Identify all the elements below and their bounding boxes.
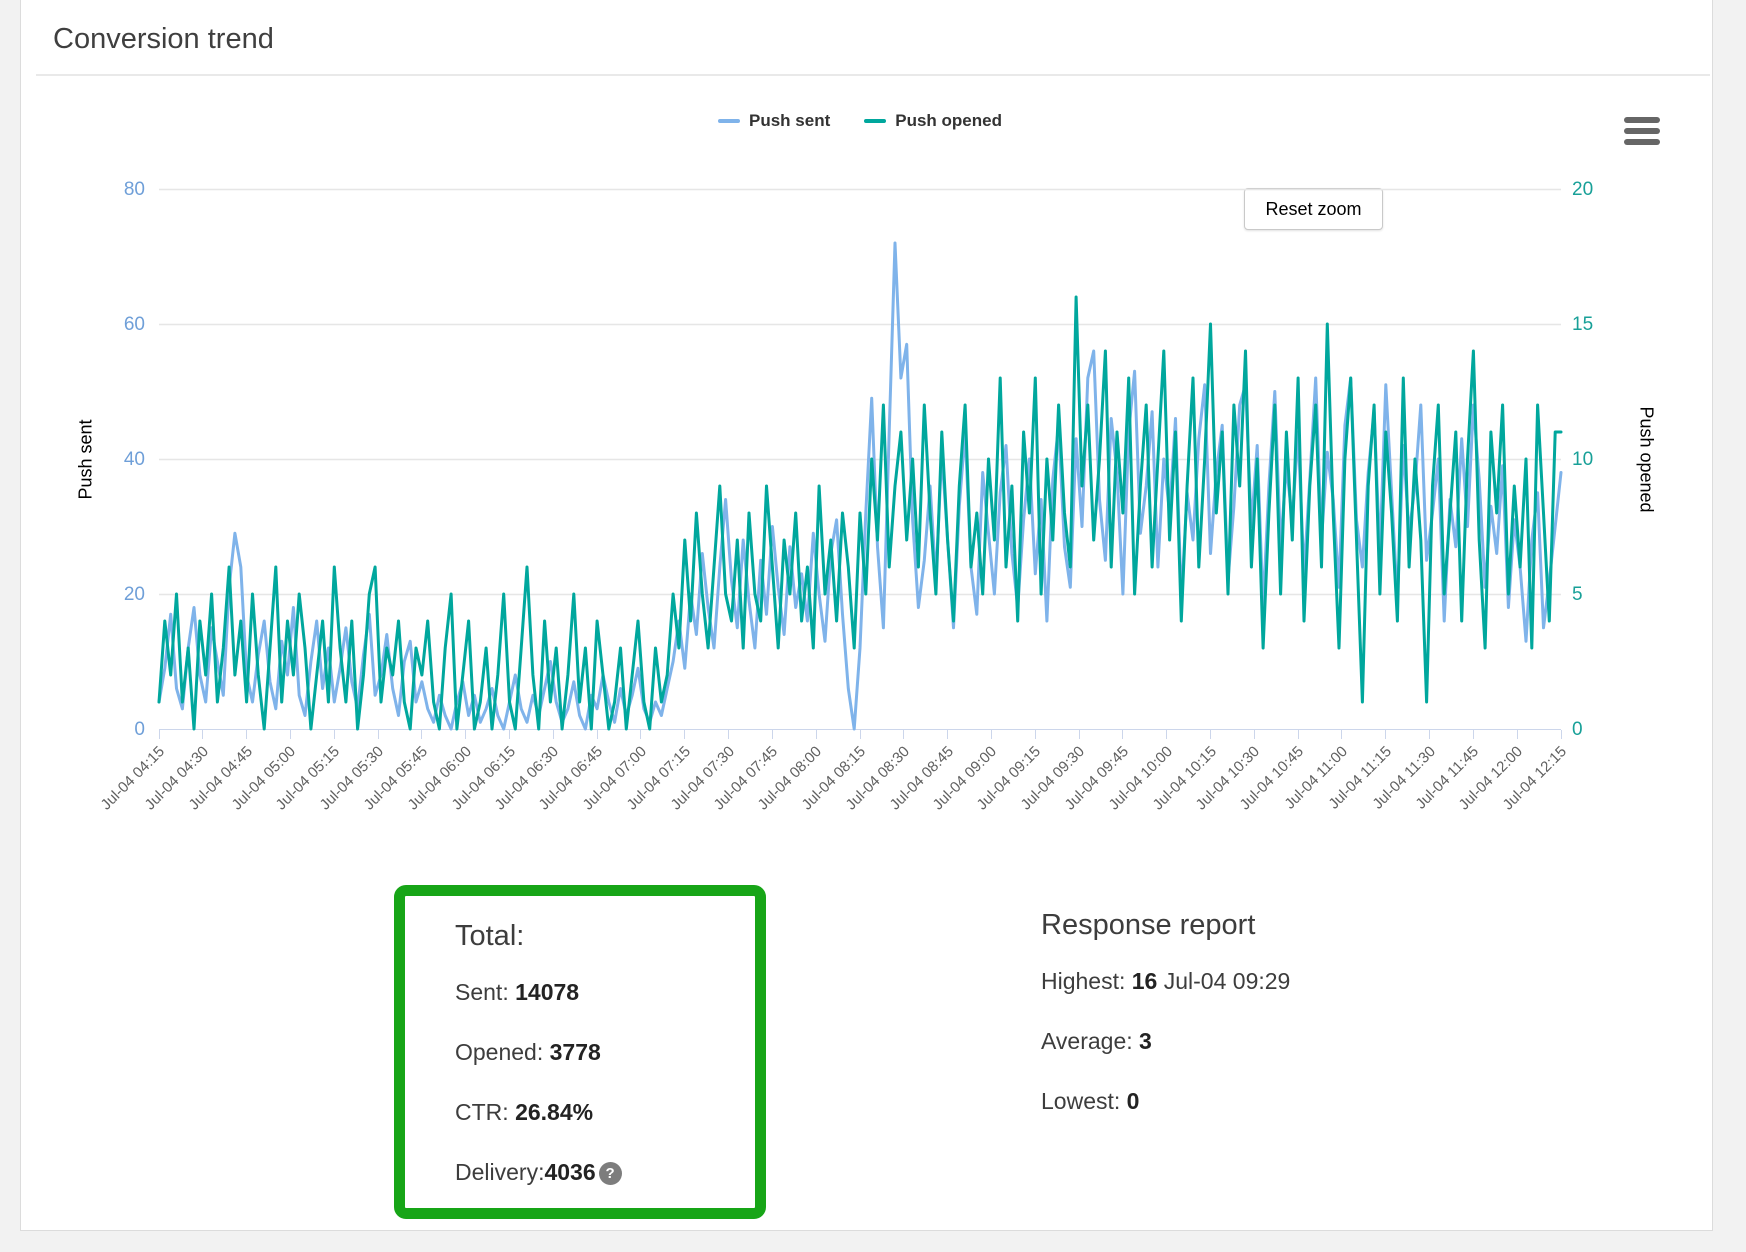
x-axis-tick (202, 730, 204, 739)
x-axis-tick (1341, 730, 1343, 739)
stat-value: 0 (1126, 1088, 1140, 1114)
x-axis-tick (465, 730, 467, 739)
total-row-sent: Sent: 14078 (455, 979, 755, 1006)
page-background: Conversion trend Push sent Push opened Re… (0, 0, 1746, 1252)
x-axis-tick (1253, 730, 1255, 739)
stat-label: CTR: (455, 1099, 516, 1125)
x-axis-tick (1429, 730, 1431, 739)
x-axis-tick (1516, 730, 1518, 739)
x-axis-tick (1297, 730, 1299, 739)
legend-item-push-opened[interactable]: Push opened (864, 111, 1002, 131)
hamburger-icon (1624, 128, 1660, 134)
chart-canvas (157, 188, 1563, 731)
x-axis-tick (684, 730, 686, 739)
stat-value: 4036 (544, 1159, 596, 1185)
x-axis-tick (158, 730, 160, 739)
chart-menu-button[interactable] (1624, 117, 1660, 145)
y-axis-label-left: 20 (123, 584, 145, 605)
stat-label: Opened: (455, 1039, 550, 1065)
legend-item-push-sent[interactable]: Push sent (718, 111, 830, 131)
x-axis-tick (815, 730, 817, 739)
stat-value: 16 (1131, 968, 1158, 994)
page-title: Conversion trend (53, 23, 274, 55)
chart-legend: Push sent Push opened (159, 111, 1561, 131)
legend-marker-icon (864, 119, 887, 123)
hamburger-icon (1624, 117, 1660, 123)
stat-value: 14078 (515, 979, 580, 1005)
total-row-delivery: Delivery:4036? (455, 1159, 755, 1186)
y-axis-label-right: 10 (1572, 449, 1594, 470)
y-axis-label-left: 0 (134, 719, 145, 740)
x-axis-tick (947, 730, 949, 739)
legend-label: Push sent (749, 111, 831, 130)
x-axis-tick (246, 730, 248, 739)
y-axis-label-left: 40 (123, 449, 145, 470)
push-sent-line (157, 241, 1563, 731)
response-row-average: Average: 3 (1041, 1028, 1501, 1055)
plot-area[interactable] (157, 188, 1563, 731)
stat-label: Highest: (1041, 968, 1132, 994)
y-axis-title-right: Push opened (1631, 189, 1661, 729)
x-axis-tick (728, 730, 730, 739)
x-axis-tick (1078, 730, 1080, 739)
response-report: Response report Highest: 16 Jul-04 09:29… (1041, 885, 1501, 1148)
response-row-lowest: Lowest: 0 (1041, 1088, 1501, 1115)
legend-marker-icon (718, 119, 740, 123)
x-axis-tick (552, 730, 554, 739)
stat-suffix: Jul-04 09:29 (1157, 968, 1291, 994)
y-axis-label-right: 15 (1572, 314, 1594, 335)
total-row-opened: Opened: 3778 (455, 1039, 755, 1066)
x-axis-tick (1385, 730, 1387, 739)
conversion-trend-card: Conversion trend Push sent Push opened Re… (20, 0, 1713, 1231)
x-axis-tick (1210, 730, 1211, 739)
x-axis-tick (640, 730, 642, 739)
total-heading: Total: (455, 920, 525, 952)
x-axis-tick (1122, 730, 1124, 739)
stat-label: Sent: (455, 979, 516, 1005)
x-axis-tick (596, 730, 598, 739)
hamburger-icon (1624, 139, 1660, 145)
y-axis-label-left: 60 (123, 314, 145, 335)
y-axis-label-right: 5 (1572, 584, 1583, 605)
stat-label: Lowest: (1041, 1088, 1127, 1114)
x-axis-tick (509, 730, 510, 739)
y-axis-label-left: 80 (123, 179, 145, 200)
x-axis-tick (990, 730, 992, 739)
x-axis-tick (289, 730, 291, 739)
stat-value: 26.84% (515, 1099, 594, 1125)
y-axis-title-right-text: Push opened (1636, 405, 1657, 513)
y-axis-label-right: 20 (1572, 179, 1594, 200)
x-axis-tick (421, 730, 423, 739)
stat-label: Average: (1041, 1028, 1140, 1054)
x-axis-tick (1560, 730, 1562, 739)
x-axis-tick (1472, 730, 1474, 739)
x-axis-tick (771, 730, 773, 739)
stat-value: 3 (1139, 1028, 1152, 1054)
total-box: Total: Sent: 14078 Opened: 3778 CTR: 26.84… (394, 885, 766, 1219)
stat-label: Delivery: (455, 1159, 545, 1185)
legend-label: Push opened (895, 111, 1002, 130)
x-axis-tick (1034, 730, 1036, 739)
x-axis-tick (903, 730, 905, 739)
stat-value: 3778 (549, 1039, 601, 1065)
delivery-help-icon[interactable]: ? (598, 1162, 622, 1185)
x-axis-tick (859, 730, 861, 739)
x-axis-tick (333, 730, 335, 739)
x-axis-tick (1166, 730, 1168, 739)
total-row-ctr: CTR: 26.84% (455, 1099, 755, 1126)
conversion-chart: Push sent Push opened Reset zoom Push sen… (21, 71, 1714, 861)
response-row-highest: Highest: 16 Jul-04 09:29 (1041, 968, 1501, 995)
x-axis-tick (377, 730, 379, 739)
response-report-heading: Response report (1041, 909, 1256, 941)
y-axis-label-right: 0 (1572, 719, 1583, 740)
